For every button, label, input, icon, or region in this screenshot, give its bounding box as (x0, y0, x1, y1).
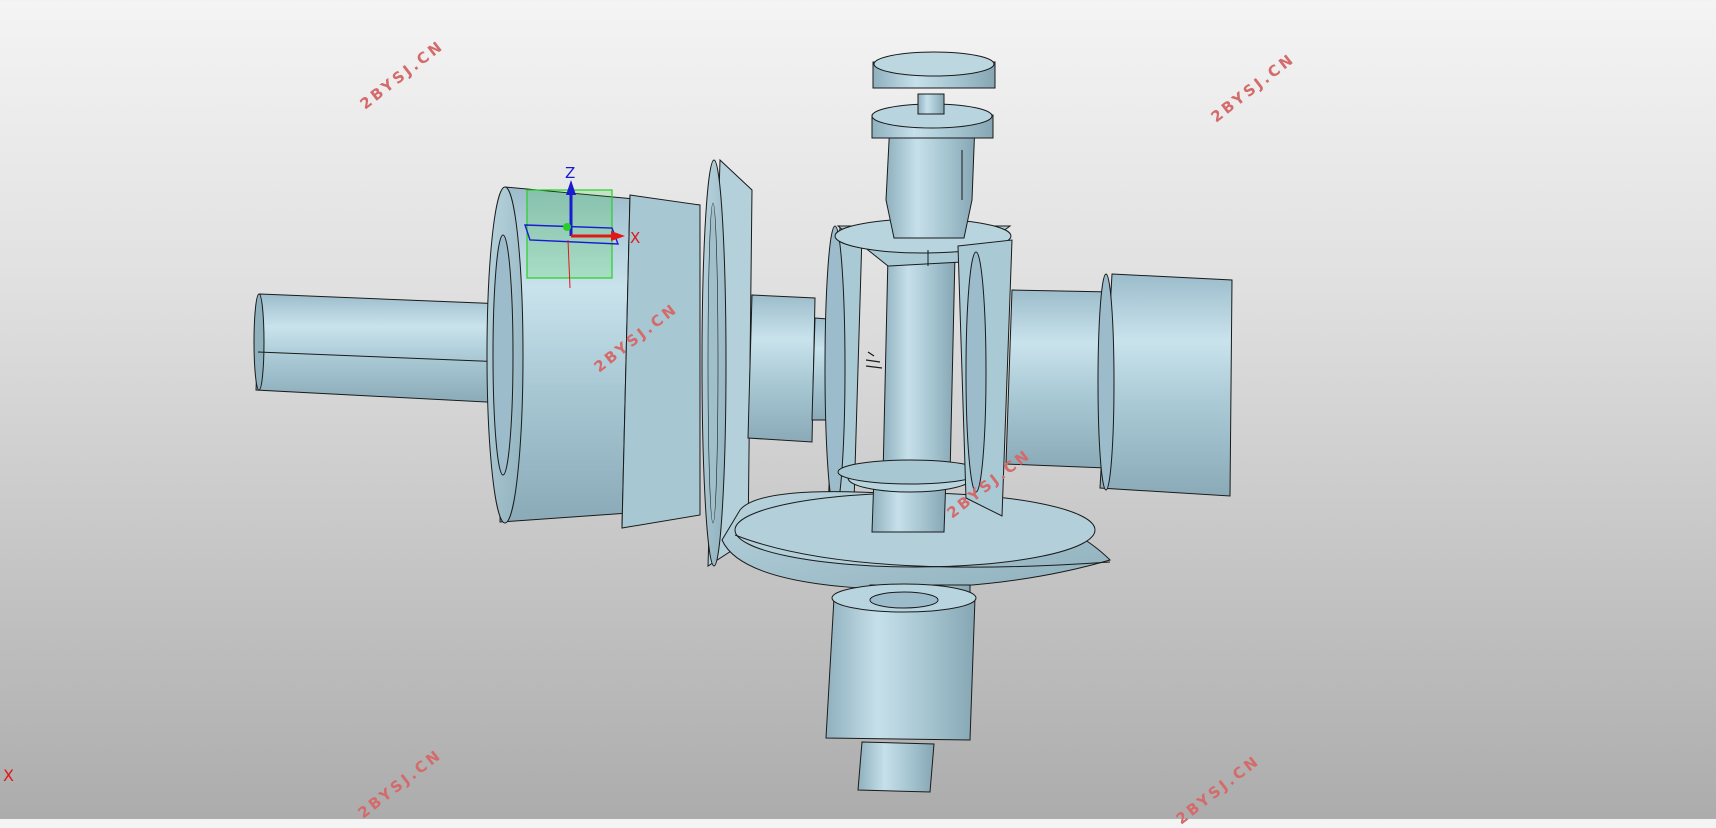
left-flange[interactable] (701, 158, 753, 567)
center-detail (865, 351, 883, 369)
right-hub[interactable] (1005, 273, 1233, 497)
bottom-cylinder[interactable] (825, 583, 977, 793)
triad-origin[interactable] (563, 223, 571, 231)
triad-x-label: X (630, 229, 640, 247)
corner-axis-label: X (3, 766, 14, 785)
left-shaft[interactable] (253, 293, 506, 404)
triad-z-label: Z (565, 164, 575, 182)
top-spindle[interactable] (871, 51, 996, 239)
cad-3d-viewport[interactable]: Z X (0, 0, 1716, 819)
z-arrow-icon[interactable] (566, 180, 576, 195)
